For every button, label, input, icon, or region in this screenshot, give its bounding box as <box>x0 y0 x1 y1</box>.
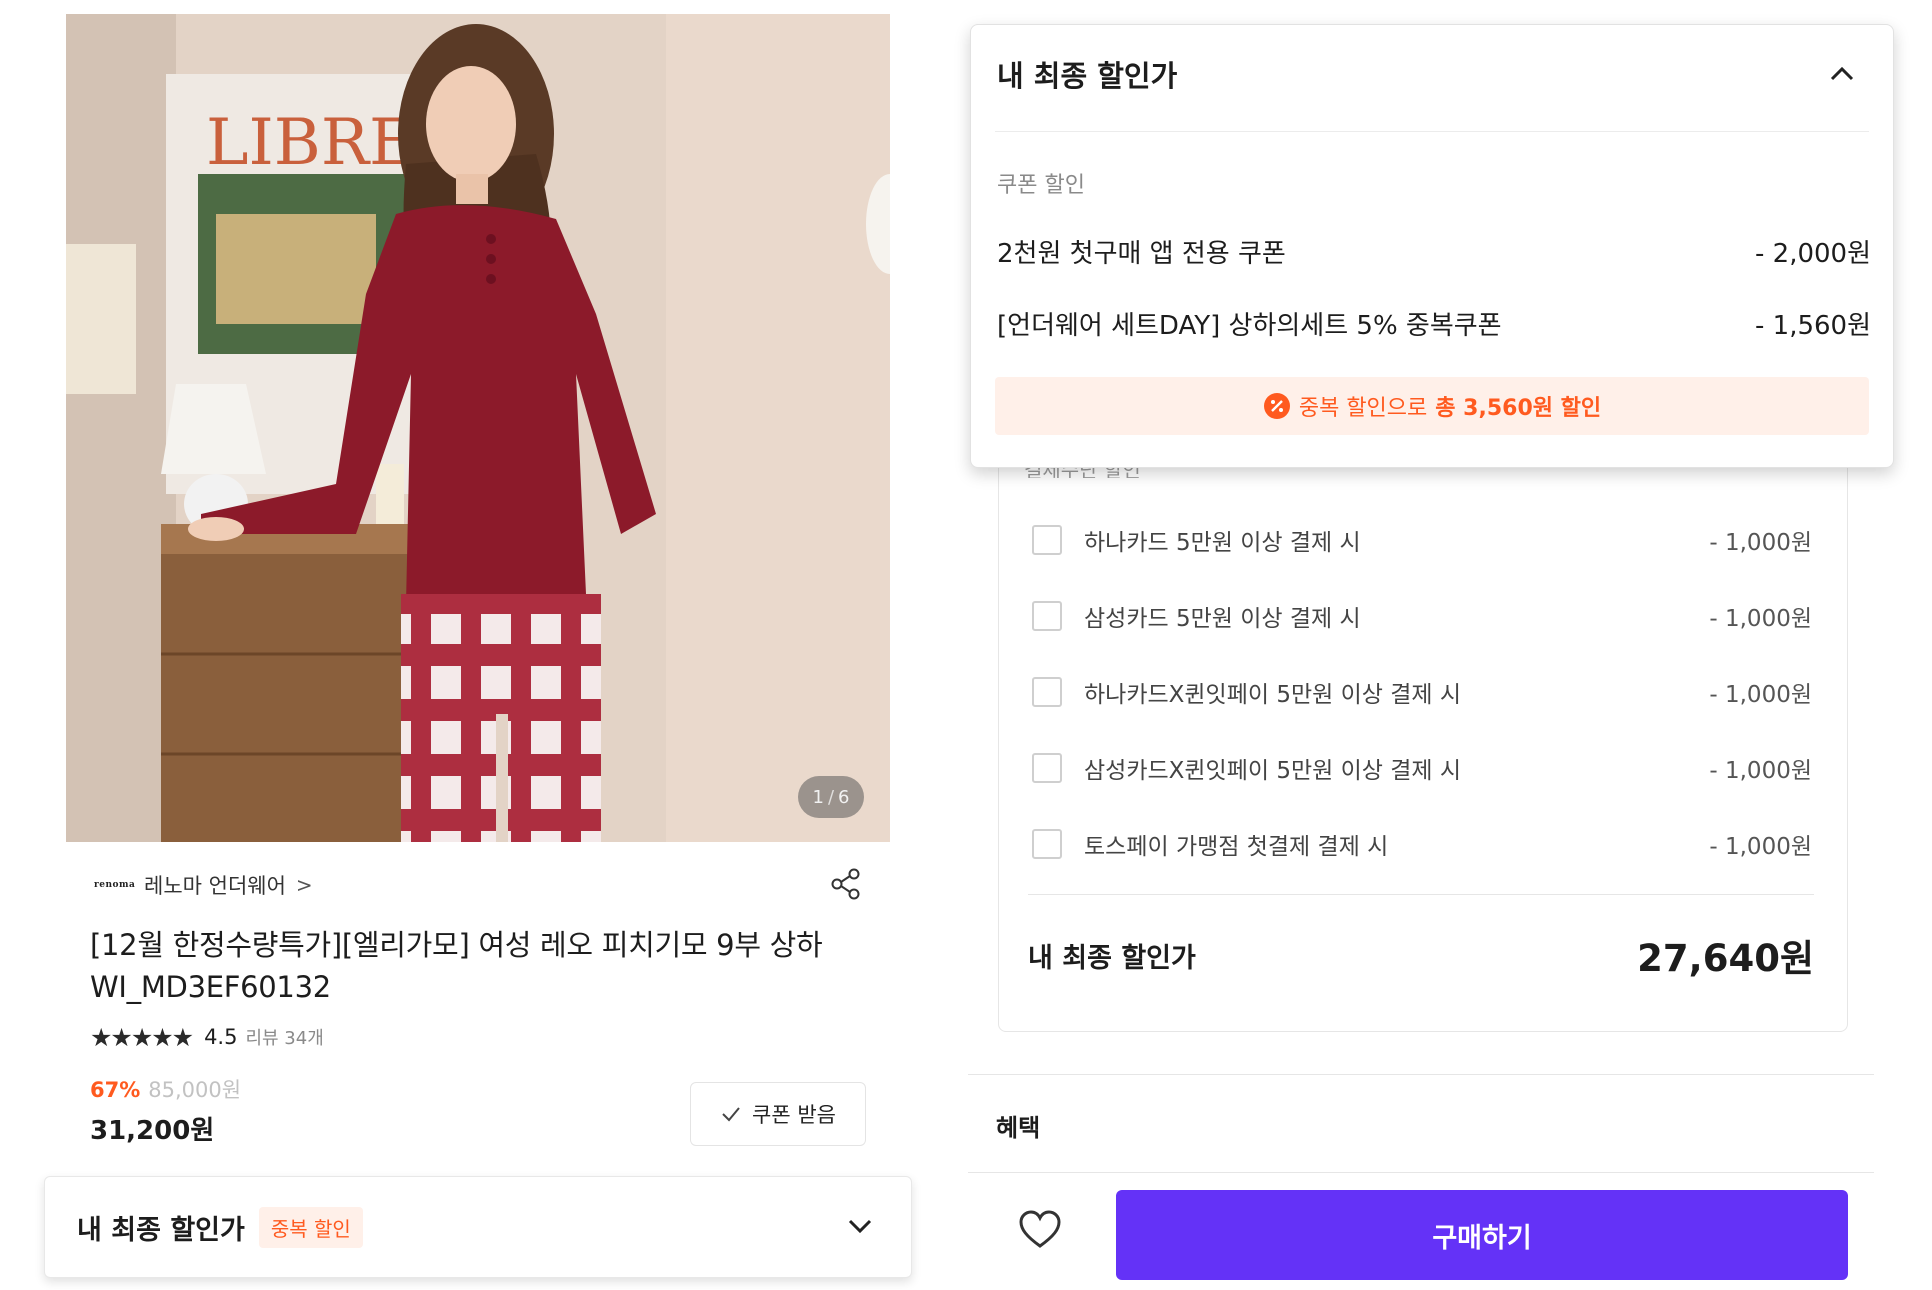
share-icon <box>831 868 860 900</box>
total-discount-banner: 중복 할인으로 총 3,560원 할인 <box>995 377 1869 435</box>
image-counter-separator: / <box>827 786 835 808</box>
checkbox-icon[interactable] <box>1032 525 1062 555</box>
checkbox-icon[interactable] <box>1032 677 1062 707</box>
coupon-button-label: 쿠폰 받음 <box>752 1103 836 1127</box>
total-discount-amount: 총 3,560원 할인 <box>1435 396 1602 421</box>
divider <box>1028 894 1814 895</box>
chevron-up-icon <box>1830 66 1854 81</box>
brand-name: 레노마 언더웨어 <box>144 874 286 898</box>
coupon-received-button[interactable]: 쿠폰 받음 <box>690 1082 866 1146</box>
payment-option-amount: - 1,000원 <box>1709 530 1812 556</box>
payment-option[interactable]: 토스페이 가맹점 첫결제 결제 시 - 1,000원 <box>1032 824 1812 864</box>
coupon-name: 2천원 첫구매 앱 전용 쿠폰 <box>997 238 1286 269</box>
heart-icon <box>1019 1210 1061 1248</box>
product-title-line1: [12월 한정수량특가][엘리가모] 여성 레오 피치기모 9부 상하 <box>90 928 823 962</box>
payment-option[interactable]: 하나카드 5만원 이상 결제 시 - 1,000원 <box>1032 520 1812 560</box>
payment-option[interactable]: 삼성카드 5만원 이상 결제 시 - 1,000원 <box>1032 596 1812 636</box>
benefit-section-title: 혜택 <box>996 1114 1041 1142</box>
payment-option[interactable]: 삼성카드X퀸잇페이 5만원 이상 결제 시 - 1,000원 <box>1032 748 1812 788</box>
payment-option-amount: - 1,000원 <box>1709 758 1812 784</box>
rating-row[interactable]: ★★★★★ 4.5 리뷰 34개 <box>90 1022 324 1052</box>
product-title: [12월 한정수량특가][엘리가모] 여성 레오 피치기모 9부 상하 WI_M… <box>90 924 870 1008</box>
payment-option-name: 하나카드X퀸잇페이 5만원 이상 결제 시 <box>1084 682 1462 708</box>
coupon-name: [언더웨어 세트DAY] 상하의세트 5% 중복쿠폰 <box>997 310 1502 341</box>
chevron-down-icon[interactable] <box>845 1211 875 1241</box>
coupon-line: 2천원 첫구매 앱 전용 쿠폰 - 2,000원 <box>997 231 1871 271</box>
sale-price: 31,200원 <box>90 1116 215 1146</box>
checkbox-icon[interactable] <box>1032 753 1062 783</box>
total-discount-prefix: 중복 할인으로 <box>1298 396 1428 421</box>
wishlist-button[interactable] <box>1016 1206 1064 1254</box>
payment-option[interactable]: 하나카드X퀸잇페이 5만원 이상 결제 시 - 1,000원 <box>1032 672 1812 712</box>
discount-detail-panel: 결제수단 할인 하나카드 5만원 이상 결제 시 - 1,000원 삼성카드 5… <box>968 0 1918 1290</box>
collapse-button[interactable] <box>1825 57 1859 91</box>
final-price-label: 내 최종 할인가 <box>1028 942 1196 974</box>
payment-option-name: 삼성카드X퀸잇페이 5만원 이상 결제 시 <box>1084 758 1462 784</box>
popup-title: 내 최종 할인가 <box>997 59 1178 93</box>
final-price-bar-label: 내 최종 할인가 <box>77 1214 245 1246</box>
image-counter: 1 / 6 <box>798 776 864 818</box>
payment-option-amount: - 1,000원 <box>1709 682 1812 708</box>
payment-option-name: 하나카드 5만원 이상 결제 시 <box>1084 530 1361 556</box>
poster-text: LIBRE <box>206 106 416 180</box>
divider <box>968 1074 1874 1075</box>
chevron-right-icon: > <box>295 873 313 897</box>
checkbox-icon[interactable] <box>1032 829 1062 859</box>
original-price: 85,000원 <box>148 1078 242 1102</box>
coupon-section-label: 쿠폰 할인 <box>997 173 1085 198</box>
product-photo: LIBRE <box>66 14 890 842</box>
product-title-line2: WI_MD3EF60132 <box>90 970 331 1004</box>
share-button[interactable] <box>828 866 864 902</box>
final-price-bar[interactable]: 내 최종 할인가 중복 할인 <box>44 1176 912 1278</box>
coupon-line: [언더웨어 세트DAY] 상하의세트 5% 중복쿠폰 - 1,560원 <box>997 303 1871 343</box>
rating-stars: ★★★★★ <box>90 1022 194 1052</box>
payment-option-name: 토스페이 가맹점 첫결제 결제 시 <box>1084 834 1389 860</box>
checkbox-icon[interactable] <box>1032 601 1062 631</box>
rating-value: 4.5 <box>204 1025 238 1049</box>
check-icon <box>722 1107 740 1122</box>
discount-row: 67% 85,000원 <box>90 1074 241 1104</box>
brand-link[interactable]: renoma 레노마 언더웨어 > <box>94 870 313 900</box>
review-count[interactable]: 리뷰 34개 <box>245 1024 323 1050</box>
coupon-discount-popup: 내 최종 할인가 쿠폰 할인 2천원 첫구매 앱 전용 쿠폰 - 2,000원 … <box>970 24 1894 468</box>
buy-button[interactable]: 구매하기 <box>1116 1190 1848 1280</box>
payment-option-name: 삼성카드 5만원 이상 결제 시 <box>1084 606 1361 632</box>
image-counter-current: 1 <box>812 786 824 808</box>
brand-logo: renoma <box>94 879 136 890</box>
product-image[interactable]: LIBRE 1 / 6 <box>66 14 890 842</box>
coupon-amount: - 1,560원 <box>1755 310 1871 341</box>
final-price-row: 내 최종 할인가 27,640원 <box>1028 930 1814 980</box>
divider <box>968 1172 1874 1173</box>
payment-option-amount: - 1,000원 <box>1709 606 1812 632</box>
stacked-discount-badge: 중복 할인 <box>258 1206 363 1248</box>
image-counter-total: 6 <box>838 786 850 808</box>
payment-option-amount: - 1,000원 <box>1709 834 1812 860</box>
discount-rate: 67% <box>90 1078 141 1102</box>
divider <box>995 131 1869 132</box>
final-price-value: 27,640원 <box>1637 937 1814 980</box>
percent-icon <box>1263 393 1290 419</box>
coupon-amount: - 2,000원 <box>1755 238 1871 269</box>
